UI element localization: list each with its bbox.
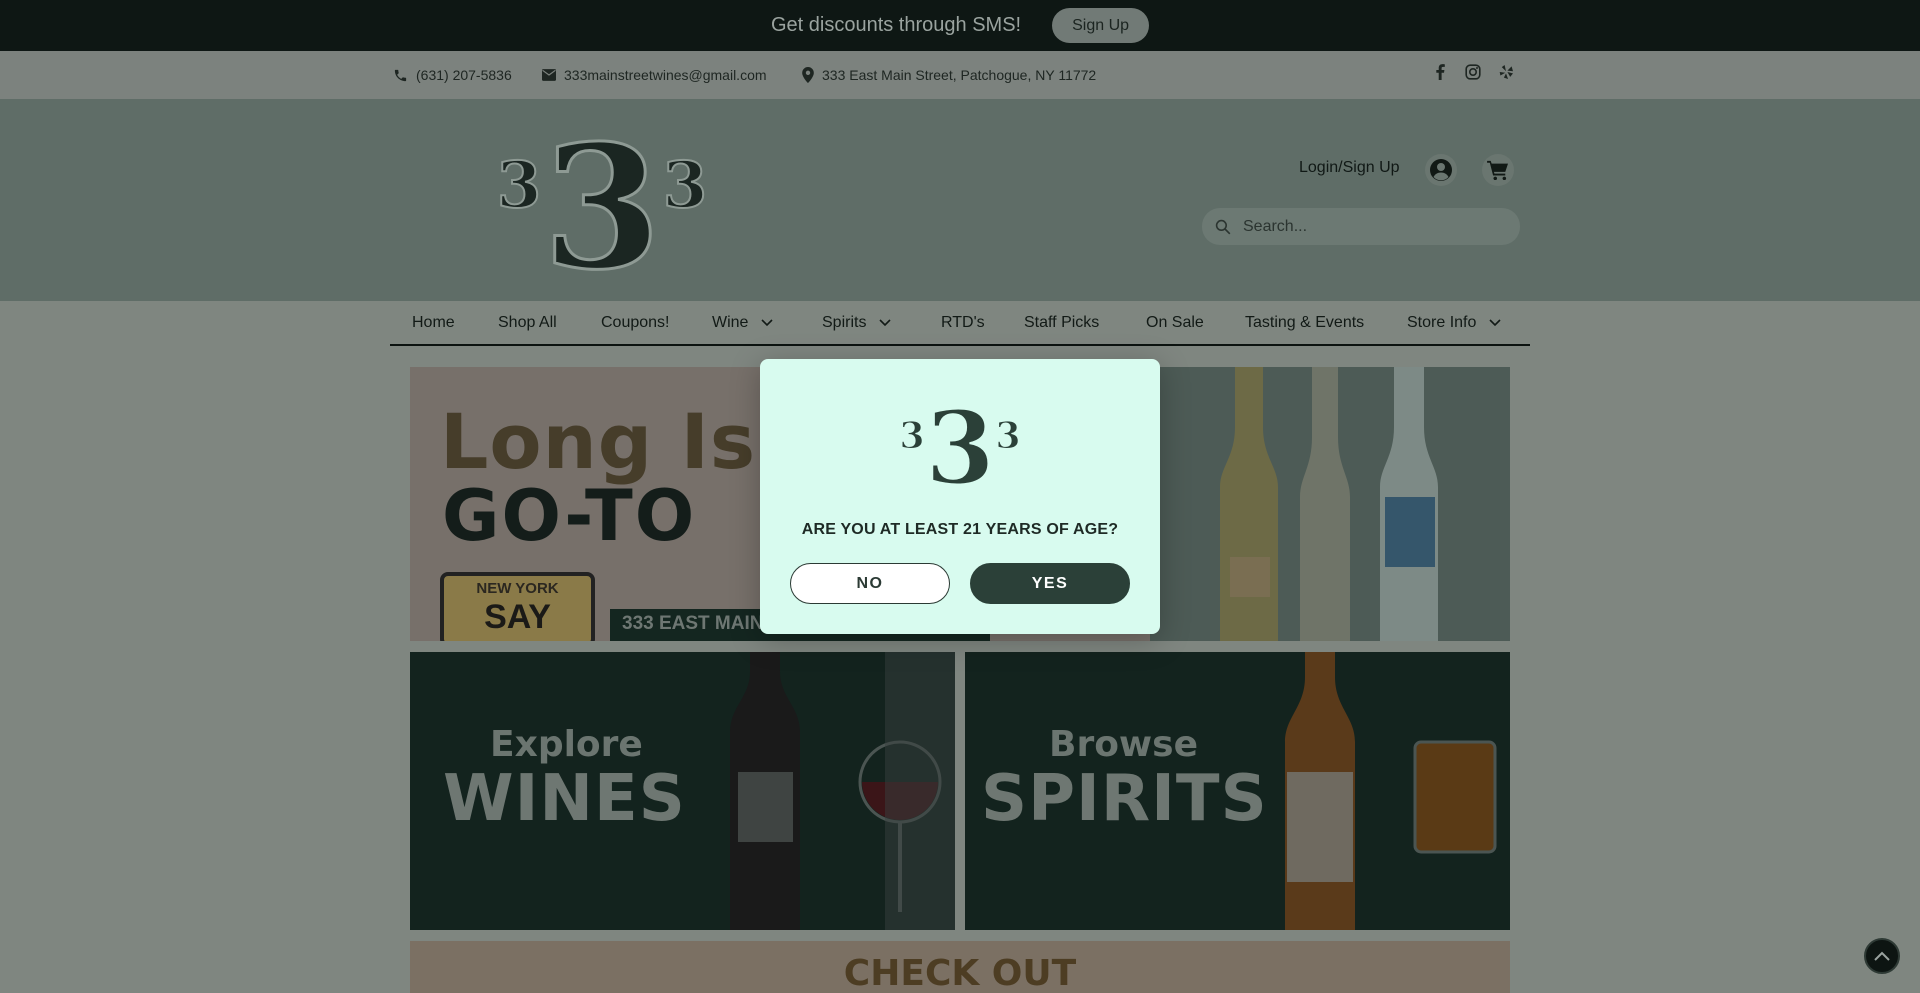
svg-text:3: 3 xyxy=(925,393,995,493)
nav-label: Spirits xyxy=(822,314,867,331)
nav-label: Coupons! xyxy=(601,314,670,331)
nav-label: RTD's xyxy=(941,314,985,331)
hero-headline: Long Isl xyxy=(440,397,784,486)
contact-bar: (631) 207-5836 333mainstreetwines@gmail.… xyxy=(0,51,1920,99)
search-input[interactable] xyxy=(1243,217,1503,236)
nav-spirits[interactable]: Spirits xyxy=(822,314,892,332)
nav-store-info[interactable]: Store Info xyxy=(1407,314,1501,332)
sms-promo-text: Get discounts through SMS! xyxy=(770,14,1022,36)
main-nav: Home Shop All Coupons! Wine Spirits RTD'… xyxy=(390,301,1530,346)
spirits-banner-big-text: SPIRITS xyxy=(981,762,1268,836)
site-header: 3 3 3 Login/Sign Up xyxy=(0,99,1920,301)
address-link[interactable]: 333 East Main Street, Patchogue, NY 1177… xyxy=(802,67,1096,83)
license-plate-graphic: NEW YORK SAY HELLO xyxy=(440,572,595,641)
email-link[interactable]: 333mainstreetwines@gmail.com xyxy=(542,67,767,83)
store-address: 333 East Main Street, Patchogue, NY 1177… xyxy=(822,67,1097,83)
age-verification-modal: 3 3 3 ARE YOU AT LEAST 21 YEARS OF AGE? … xyxy=(760,359,1160,634)
sms-sign-up-button[interactable]: Sign Up xyxy=(1052,8,1150,43)
user-circle-icon xyxy=(1430,159,1452,181)
phone-icon xyxy=(394,69,407,81)
search-icon[interactable] xyxy=(1215,219,1231,235)
svg-text:3: 3 xyxy=(543,117,661,287)
age-question: ARE YOU AT LEAST 21 YEARS OF AGE? xyxy=(801,521,1119,538)
login-sign-up-link[interactable]: Login/Sign Up xyxy=(1299,159,1400,177)
store-logo[interactable]: 3 3 3 xyxy=(497,117,707,287)
account-button[interactable] xyxy=(1425,154,1457,186)
phone-link[interactable]: (631) 207-5836 xyxy=(393,67,512,83)
yelp-icon[interactable] xyxy=(1499,64,1513,80)
age-yes-button[interactable]: YES xyxy=(970,563,1130,604)
nav-label: Wine xyxy=(712,314,749,331)
hero-subheadline: GO-TO xyxy=(442,475,697,557)
search-bar xyxy=(1202,208,1520,245)
nav-staff-picks[interactable]: Staff Picks xyxy=(1024,314,1099,332)
nav-wine[interactable]: Wine xyxy=(712,314,774,332)
plate-text: SAY HELLO xyxy=(460,598,575,641)
shopping-cart-icon xyxy=(1487,160,1508,180)
svg-text:3: 3 xyxy=(995,415,1020,457)
browse-spirits-banner[interactable]: Browse SPIRITS xyxy=(965,652,1510,930)
svg-text:3: 3 xyxy=(497,148,541,223)
nav-tasting-events[interactable]: Tasting & Events xyxy=(1245,314,1364,332)
phone-number: (631) 207-5836 xyxy=(416,67,512,83)
chevron-down-icon xyxy=(879,319,892,327)
chevron-down-icon xyxy=(761,319,774,327)
envelope-icon xyxy=(542,69,556,81)
nav-label: Home xyxy=(412,314,455,331)
map-pin-icon xyxy=(802,67,814,83)
rum-bottle-image xyxy=(1285,652,1497,930)
wine-bottle-image xyxy=(730,652,955,930)
age-no-button[interactable]: NO xyxy=(790,563,950,604)
modal-store-logo: 3 3 3 xyxy=(900,393,1020,493)
explore-wines-banner[interactable]: Explore WINES xyxy=(410,652,955,930)
scroll-to-top-button[interactable] xyxy=(1864,938,1900,974)
email-address: 333mainstreetwines@gmail.com xyxy=(564,67,767,83)
wines-banner-big-text: WINES xyxy=(443,762,686,836)
nav-coupons[interactable]: Coupons! xyxy=(601,314,670,332)
nav-label: Store Info xyxy=(1407,314,1477,331)
nav-home[interactable]: Home xyxy=(412,314,455,332)
social-links xyxy=(1433,64,1513,80)
wines-banner-small-text: Explore xyxy=(490,724,643,765)
nav-label: Tasting & Events xyxy=(1245,314,1365,331)
facebook-icon[interactable] xyxy=(1433,64,1447,80)
nav-label: Shop All xyxy=(498,314,557,331)
wine-bottles-image xyxy=(1150,367,1510,641)
chevron-up-icon xyxy=(1874,951,1890,961)
nav-shop-all[interactable]: Shop All xyxy=(498,314,557,332)
check-out-text: CHECK OUT xyxy=(843,953,1077,993)
svg-text:3: 3 xyxy=(663,148,707,223)
plate-state: NEW YORK xyxy=(476,580,559,597)
nav-on-sale[interactable]: On Sale xyxy=(1146,314,1204,332)
check-out-banner[interactable]: CHECK OUT xyxy=(410,941,1510,993)
spirits-banner-small-text: Browse xyxy=(1049,724,1199,765)
nav-label: On Sale xyxy=(1146,314,1204,331)
nav-rtds[interactable]: RTD's xyxy=(941,314,985,332)
cart-button[interactable] xyxy=(1482,154,1514,186)
nav-label: Staff Picks xyxy=(1024,314,1100,331)
svg-text:3: 3 xyxy=(900,415,925,457)
sms-bar: Get discounts through SMS! Sign Up xyxy=(0,0,1920,51)
chevron-down-icon xyxy=(1489,319,1501,327)
instagram-icon[interactable] xyxy=(1465,64,1481,80)
